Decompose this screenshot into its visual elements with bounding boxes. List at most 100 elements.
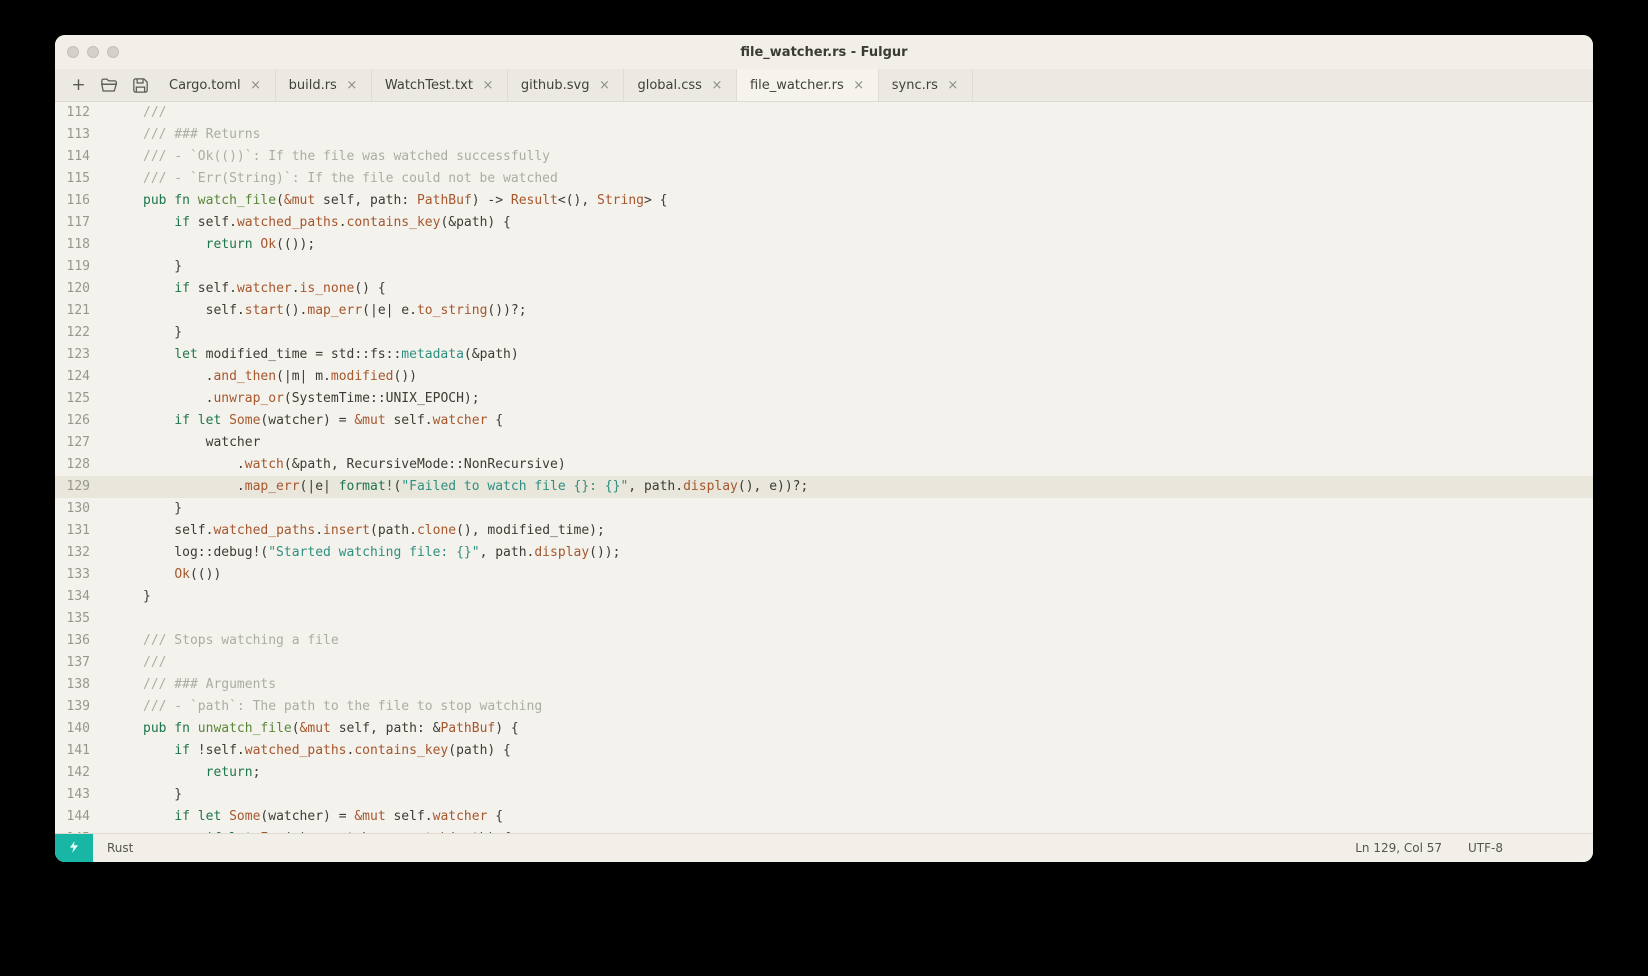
code-token: self, path: & <box>338 721 441 736</box>
code-token: watch_file <box>197 193 277 208</box>
code-line[interactable]: 137 /// <box>55 652 1593 674</box>
code-token: pub fn <box>143 193 198 208</box>
code-token: if <box>174 281 198 296</box>
code-line[interactable]: 135 <box>55 608 1593 630</box>
code-line[interactable]: 118 return Ok(()); <box>55 234 1593 256</box>
line-number: 114 <box>66 149 90 164</box>
code-line[interactable]: 131 self.watched_paths.insert(path.clone… <box>55 520 1593 542</box>
code-token: self. <box>143 303 245 318</box>
code-line[interactable]: 139 /// - `path`: The path to the file to… <box>55 696 1593 718</box>
code-token: watcher <box>236 281 292 296</box>
code-line[interactable]: 141 if !self.watched_paths.contains_key(… <box>55 740 1593 762</box>
code-token: &mut <box>354 413 394 428</box>
tab-file-watcher-rs[interactable]: file_watcher.rs × <box>736 69 879 101</box>
code-token: (&path) <box>463 347 519 362</box>
code-token: . <box>143 457 245 472</box>
new-tab-button[interactable]: + <box>63 69 94 101</box>
tab-github-svg[interactable]: github.svg × <box>508 69 625 101</box>
close-tab-icon[interactable]: × <box>947 79 959 92</box>
code-line[interactable]: 117 if self.watched_paths.contains_key(&… <box>55 212 1593 234</box>
code-text: /// Stops watching a file <box>90 630 339 652</box>
close-tab-icon[interactable]: × <box>346 79 358 92</box>
close-tab-icon[interactable]: × <box>711 79 723 92</box>
code-token: self. <box>197 215 237 230</box>
code-line[interactable]: 119 } <box>55 256 1593 278</box>
code-text: /// - `path`: The path to the file to st… <box>90 696 542 718</box>
close-tab-icon[interactable]: × <box>598 79 610 92</box>
code-token: /// ### Arguments <box>143 677 277 692</box>
code-line[interactable]: 140 pub fn unwatch_file(&mut self, path: … <box>55 718 1593 740</box>
code-line[interactable]: 136 /// Stops watching a file <box>55 630 1593 652</box>
line-number: 130 <box>66 501 90 516</box>
code-line[interactable]: 121 self.start().map_err(|e| e.to_string… <box>55 300 1593 322</box>
code-token: self. <box>393 809 433 824</box>
line-number: 115 <box>66 171 90 186</box>
code-line[interactable]: 129 .map_err(|e| format!("Failed to watc… <box>55 476 1593 498</box>
line-number: 142 <box>66 765 90 780</box>
save-file-button[interactable] <box>125 69 156 101</box>
close-tab-icon[interactable]: × <box>250 79 262 92</box>
code-token: { <box>487 809 504 824</box>
code-line[interactable]: 144 if let Some(watcher) = &mut self.wat… <box>55 806 1593 828</box>
line-number: 134 <box>66 589 90 604</box>
tab-watchtest-txt[interactable]: WatchTest.txt × <box>372 69 508 101</box>
code-token: to_string <box>416 303 488 318</box>
code-line[interactable]: 120 if self.watcher.is_none() { <box>55 278 1593 300</box>
tab-label: Cargo.toml <box>169 77 241 93</box>
code-line[interactable]: 143 } <box>55 784 1593 806</box>
code-token: "Failed to watch file {}: {}" <box>401 479 629 494</box>
code-line[interactable]: 116 pub fn watch_file(&mut self, path: Pa… <box>55 190 1593 212</box>
code-line[interactable]: 112 /// <box>55 102 1593 124</box>
code-line[interactable]: 138 /// ### Arguments <box>55 674 1593 696</box>
code-line[interactable]: 132 log::debug!("Started watching file: … <box>55 542 1593 564</box>
zoom-window-button[interactable] <box>107 46 119 58</box>
tab-sync-rs[interactable]: sync.rs × <box>879 69 973 101</box>
close-window-button[interactable] <box>67 46 79 58</box>
close-tab-icon[interactable]: × <box>853 79 865 92</box>
app-badge[interactable] <box>55 834 93 862</box>
encoding-label[interactable]: UTF-8 <box>1468 841 1503 855</box>
code-line[interactable]: 115 /// - `Err(String)`: If the file coul… <box>55 168 1593 190</box>
line-number: 139 <box>66 699 90 714</box>
code-token: return <box>205 765 253 780</box>
cursor-position[interactable]: Ln 129, Col 57 <box>1355 841 1442 855</box>
code-line[interactable]: 123 let modified_time = std::fs::metadat… <box>55 344 1593 366</box>
code-token: /// <box>143 655 167 670</box>
code-line[interactable]: 125 .unwrap_or(SystemTime::UNIX_EPOCH); <box>55 388 1593 410</box>
line-number: 128 <box>66 457 90 472</box>
line-number: 140 <box>66 721 90 736</box>
code-line[interactable]: 128 .watch(&path, RecursiveMode::NonRecu… <box>55 454 1593 476</box>
code-line[interactable]: 130 } <box>55 498 1593 520</box>
language-label[interactable]: Rust <box>107 841 133 855</box>
code-line[interactable]: 124 .and_then(|m| m.modified()) <box>55 366 1593 388</box>
code-text: .map_err(|e| format!("Failed to watch fi… <box>90 476 808 498</box>
code-line[interactable]: 113 /// ### Returns <box>55 124 1593 146</box>
tab-cargo-toml[interactable]: Cargo.toml × <box>156 69 276 101</box>
code-token: , path. <box>479 545 535 560</box>
code-line[interactable]: 127 watcher <box>55 432 1593 454</box>
code-text: if self.watcher.is_none() { <box>90 278 385 300</box>
code-token: contains_key <box>346 215 441 230</box>
code-line[interactable]: 126 if let Some(watcher) = &mut self.wat… <box>55 410 1593 432</box>
code-token: ( <box>291 721 300 736</box>
close-tab-icon[interactable]: × <box>482 79 494 92</box>
code-line[interactable]: 122 } <box>55 322 1593 344</box>
code-token: . <box>291 281 300 296</box>
tab-build-rs[interactable]: build.rs × <box>276 69 372 101</box>
open-folder-button[interactable] <box>94 69 125 101</box>
lightning-bolt-icon <box>67 839 81 858</box>
tab-global-css[interactable]: global.css × <box>624 69 737 101</box>
code-line[interactable]: 133 Ok(()) <box>55 564 1593 586</box>
code-line[interactable]: 142 return; <box>55 762 1593 784</box>
minimize-window-button[interactable] <box>87 46 99 58</box>
code-line[interactable]: 114 /// - `Ok(())`: If the file was watch… <box>55 146 1593 168</box>
code-line[interactable]: 134} <box>55 586 1593 608</box>
code-text: if !self.watched_paths.contains_key(path… <box>90 740 511 762</box>
code-editor[interactable]: 112 /// 113 /// ### Returns 114 /// - `Ok(())… <box>55 102 1593 833</box>
line-number: 112 <box>66 105 90 120</box>
code-token: unwrap_or <box>213 391 284 406</box>
code-token: pub fn <box>143 721 198 736</box>
